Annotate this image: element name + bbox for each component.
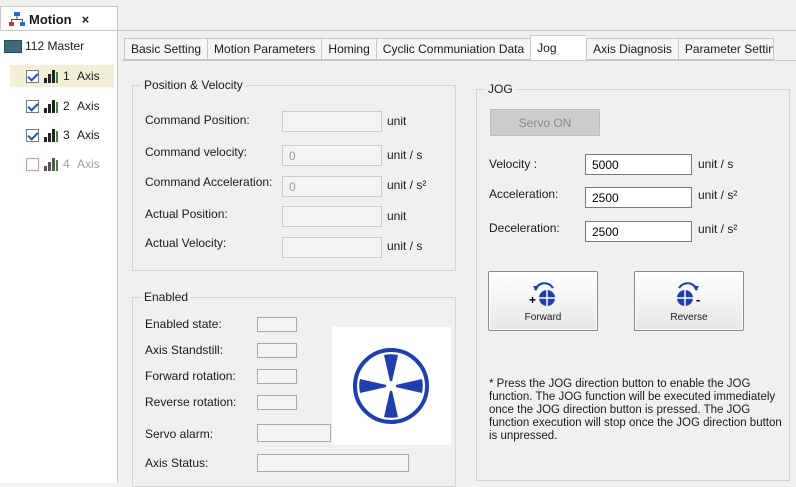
reverse-rotation-indicator [257,395,297,410]
close-tab-button[interactable]: × [82,12,90,27]
deceleration-unit: unit / s² [698,222,738,236]
tree-item-label: Axis [77,99,100,113]
group-legend: Position & Velocity [141,78,246,92]
command-acceleration-unit: unit / s² [387,178,427,192]
axis-number: 4 [63,157,70,171]
forward-label: Forward [524,311,562,323]
position-velocity-group: Position & Velocity Command Position: un… [132,78,456,271]
reverse-label: Reverse [670,311,708,323]
enabled-group: Enabled Enabled state: Axis Standstill: … [132,290,456,487]
axis-standstill-indicator [257,343,297,358]
deceleration-input[interactable] [585,221,692,242]
window-title: Motion [29,11,72,27]
window-tab[interactable]: Motion × [0,6,118,31]
jog-reverse-button[interactable]: - Reverse [634,271,744,331]
axis-icon [44,70,58,83]
command-acceleration-value: 0 [282,176,382,197]
actual-velocity-unit: unit / s [387,239,423,253]
tab-bar: Basic Setting Motion Parameters Homing C… [124,35,774,60]
tree-item-label: Axis [77,157,100,171]
command-position-unit: unit [387,114,407,128]
command-velocity-label: Command velocity: [145,145,248,159]
axis-number: 2 [63,99,70,113]
tree-item-axis-1[interactable]: 1 Axis [10,65,114,87]
rotation-wheel-icon [353,348,429,424]
forward-rotation-indicator [257,369,297,384]
tree-item-master[interactable]: 112 Master [4,35,84,57]
jog-group: JOG Servo ON Velocity : unit / s Acceler… [476,82,790,481]
acceleration-label: Acceleration: [489,187,559,201]
forward-rotate-icon: + [529,281,555,307]
command-position-value [282,111,382,132]
axis-number: 3 [63,128,70,142]
actual-position-label: Actual Position: [145,207,228,221]
jog-panel: Position & Velocity Command Position: un… [122,60,796,487]
master-device-icon [4,39,22,53]
axis-status-indicator [257,454,409,472]
enabled-state-label: Enabled state: [145,317,222,331]
tab-jog[interactable]: Jog [530,35,587,60]
jog-forward-button[interactable]: + Forward [488,271,598,331]
enabled-state-indicator [257,317,297,332]
deceleration-label: Deceleration: [489,221,560,235]
tab-cyclic-communication-data[interactable]: Cyclic Communiation Data [375,38,531,60]
rotation-wheel-panel [332,327,451,445]
title-bar: Motion × [0,0,796,31]
velocity-unit: unit / s [698,157,734,171]
actual-position-unit: unit [387,209,407,223]
tab-parameter-setting[interactable]: Parameter Settin [677,38,774,60]
reverse-rotation-label: Reverse rotation: [145,395,237,409]
axis-1-checkbox[interactable] [26,69,39,83]
tree-item-label: 112 Master [25,39,85,53]
tab-motion-parameters[interactable]: Motion Parameters [207,38,322,60]
group-legend: JOG [485,82,516,96]
command-acceleration-label: Command Acceleration: [145,175,273,189]
acceleration-unit: unit / s² [698,188,738,202]
servo-alarm-label: Servo alarm: [145,427,214,441]
axis-number: 1 [63,69,70,83]
axis-3-checkbox[interactable] [26,128,39,142]
tree-item-label: Axis [77,128,100,142]
forward-rotation-label: Forward rotation: [145,369,236,383]
tree-item-axis-4[interactable]: 4 Axis [10,153,100,175]
axis-2-checkbox[interactable] [26,99,39,113]
jog-instruction-note: * Press the JOG direction button to enab… [489,378,782,442]
command-velocity-value: 0 [282,145,382,166]
group-legend: Enabled [141,290,192,304]
axis-icon [44,100,58,113]
actual-position-value [282,206,382,227]
forward-sign: + [529,293,536,307]
tab-axis-diagnosis[interactable]: Axis Diagnosis [586,38,678,60]
tab-basic-setting[interactable]: Basic Setting [124,38,208,60]
velocity-label: Velocity : [489,157,538,171]
axis-status-label: Axis Status: [145,456,209,470]
tree-item-axis-3[interactable]: 3 Axis [10,124,100,146]
axis-4-checkbox[interactable] [26,157,39,171]
divider [0,30,796,31]
tree-item-axis-2[interactable]: 2 Axis [10,95,100,117]
tab-homing[interactable]: Homing [321,38,376,60]
command-position-label: Command Position: [145,113,250,127]
actual-velocity-label: Actual Velocity: [145,236,227,250]
axis-standstill-label: Axis Standstill: [145,343,224,357]
servo-on-button[interactable]: Servo ON [490,109,600,136]
axis-tree: 112 Master 1 Axis 2 Axis 3 Axis 4 Axis [0,31,118,483]
actual-velocity-value [282,237,382,258]
acceleration-input[interactable] [585,187,692,208]
command-velocity-unit: unit / s [387,148,423,162]
velocity-input[interactable] [585,154,692,175]
axis-icon [44,129,58,142]
reverse-sign: - [696,292,700,307]
axis-icon [44,158,58,171]
reverse-rotate-icon: - [677,281,700,307]
network-icon [9,12,25,26]
servo-alarm-indicator [257,424,331,442]
tree-item-label: Axis [77,69,100,83]
